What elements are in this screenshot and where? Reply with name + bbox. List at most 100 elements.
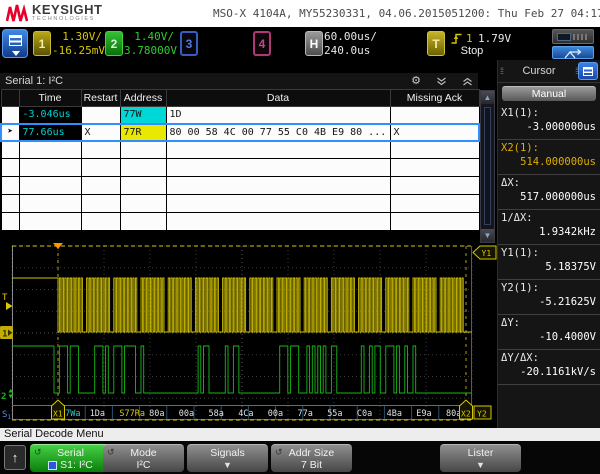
decode-byte-label: S77Ra xyxy=(119,409,145,419)
channel-1-readout[interactable]: 1.30V/ -16.25mV xyxy=(52,30,102,58)
cell-restart: X xyxy=(81,124,120,141)
softkey-value: I²C xyxy=(137,459,151,471)
svg-text:1: 1 xyxy=(2,329,7,339)
waveform-plot[interactable]: 77Wa1DaS77Ra80a00a58a4Ca00a77a55aC0a4BaE… xyxy=(0,243,497,428)
cursor-panel-title-bar[interactable]: ⁞⁞ Cursor ⁞⁞ xyxy=(498,60,600,83)
cursor-mode-button[interactable]: Manual xyxy=(502,86,596,101)
trigger-level-marker xyxy=(6,302,13,310)
front-panel-button[interactable] xyxy=(552,29,594,44)
bus-label: S1 xyxy=(2,410,11,421)
lister-empty-row xyxy=(1,177,479,195)
knob-icon: ↺ xyxy=(107,447,115,458)
cell-address: 77R xyxy=(120,124,166,141)
trigger-button[interactable]: T xyxy=(427,31,445,56)
softkey-serial[interactable]: ↺ Serial S1: I²C xyxy=(30,444,111,472)
cursor-readout: X1(1):-3.000000us xyxy=(498,105,600,140)
knob-icon: ↺ xyxy=(275,447,283,458)
trigger-level[interactable]: 1.79V xyxy=(478,32,520,45)
decode-byte-label: 58a xyxy=(209,409,224,419)
serial-lister-window: Serial 1: I²C ⚙ TimeRestartAddressDataMi… xyxy=(0,73,478,231)
decode-byte-label: 80a xyxy=(149,409,164,419)
scroll-down-button[interactable]: ▼ xyxy=(481,229,494,242)
channel-2-button[interactable]: 2 xyxy=(105,31,123,56)
channel-1-button[interactable]: 1 xyxy=(33,31,51,56)
lister-header-row: TimeRestartAddressDataMissing Ack xyxy=(1,90,479,107)
cell-time: 77.66us xyxy=(19,124,81,141)
decode-byte-label: 4Ca xyxy=(238,409,253,419)
softkey-mode[interactable]: ↺ Mode I²C xyxy=(103,444,184,472)
horizontal-button[interactable]: H xyxy=(305,31,323,56)
decode-byte-label: 77a xyxy=(298,409,313,419)
lister-empty-row xyxy=(1,159,479,177)
decode-byte-label: 00a xyxy=(179,409,194,419)
cell-missing-ack xyxy=(390,107,479,124)
checkbox-icon xyxy=(48,461,57,470)
lister-column-header: Missing Ack xyxy=(390,90,479,107)
softkey-label: Mode xyxy=(103,447,184,459)
waveform-arrow-icon xyxy=(553,49,593,60)
lister-row[interactable]: ➤77.66usX77R80 00 58 4C 00 77 55 C0 4B E… xyxy=(1,124,479,141)
acquisition-status: Stop xyxy=(450,45,494,57)
softkey-menu-bar: ↑ ↺ Serial S1: I²C ↺ Mode I²C Signals ▼ … xyxy=(0,441,600,474)
softkey-label: Signals xyxy=(187,447,268,459)
scope-screen-icon xyxy=(557,33,571,41)
softkey-label: Lister xyxy=(440,447,521,459)
lister-title-bar: Serial 1: I²C ⚙ xyxy=(0,73,478,89)
lister-table: TimeRestartAddressDataMissing Ack -3.046… xyxy=(0,89,480,231)
lister-column-header: Restart xyxy=(81,90,120,107)
channel-settings-bar: 1 1.30V/ -16.25mV 2 1.40V/ 3.78000V 3 4 … xyxy=(0,27,600,60)
softkey-label: Addr Size xyxy=(271,447,352,459)
touch-gesture-button[interactable] xyxy=(552,46,594,59)
cursor-menu-button[interactable] xyxy=(578,62,598,80)
lister-row[interactable]: -3.046us77W1D xyxy=(1,107,479,124)
system-header: KEYSIGHT TECHNOLOGIES MSO-X 4104A, MY552… xyxy=(0,0,600,27)
knob-icon: ↺ xyxy=(34,447,42,458)
channel-1-scale: 1.30V/ xyxy=(52,30,102,44)
menu-title: Serial Decode Menu xyxy=(0,428,600,441)
timebase-scale: 60.00us/ xyxy=(324,30,376,44)
channel-2-readout[interactable]: 1.40V/ 3.78000V xyxy=(124,30,174,58)
ch2-sda-trace xyxy=(12,346,472,393)
double-chevron-up-icon[interactable] xyxy=(462,77,473,86)
cell-address: 77W xyxy=(120,107,166,124)
gear-icon[interactable]: ⚙ xyxy=(411,76,421,86)
softkey-lister[interactable]: Lister ▼ xyxy=(440,444,521,472)
cell-missing-ack: X xyxy=(390,124,479,141)
menu-list-icon xyxy=(9,35,22,46)
cursor-readout: Y2(1):-5.21625V xyxy=(498,280,600,315)
double-chevron-down-icon[interactable] xyxy=(436,77,447,86)
brand-subname: TECHNOLOGIES xyxy=(32,17,102,23)
main-menu-button[interactable] xyxy=(2,29,28,58)
trigger-level-label: T xyxy=(2,293,8,303)
channel-2-offset: 3.78000V xyxy=(124,44,174,58)
cursor-readout: 1/ΔX:1.9342kHz xyxy=(498,210,600,245)
cursor-readout: X2(1):514.000000us xyxy=(498,140,600,175)
cell-data: 80 00 58 4C 00 77 55 C0 4B E9 80 ... xyxy=(166,124,390,141)
waveform-display[interactable]: 77Wa1DaS77Ra80a00a58a4Ca00a77a55aC0a4BaE… xyxy=(0,243,497,428)
submenu-arrow-icon: ▼ xyxy=(223,460,232,470)
svg-text:X2: X2 xyxy=(461,410,471,419)
lister-title: Serial 1: I²C xyxy=(5,75,63,87)
lister-scrollbar[interactable]: ▲ ▼ xyxy=(480,90,495,243)
channel-4-button[interactable]: 4 xyxy=(253,31,271,56)
lister-column-header: Data xyxy=(166,90,390,107)
cell-restart xyxy=(81,107,120,124)
decode-byte-label: E9a xyxy=(416,409,431,419)
lister-column-header: Time xyxy=(19,90,81,107)
cursor-readout: ΔY/ΔX:-20.1161kV/s xyxy=(498,350,600,385)
ch2-marker: 2 xyxy=(1,392,6,402)
scroll-up-button[interactable]: ▲ xyxy=(481,91,494,104)
cursor-panel-title: Cursor xyxy=(503,65,575,77)
menu-back-button[interactable]: ↑ xyxy=(4,445,26,470)
softkey-addr-size[interactable]: ↺ Addr Size 7 Bit xyxy=(271,444,352,472)
cell-data: 1D xyxy=(166,107,390,124)
scrollbar-track[interactable] xyxy=(484,107,491,225)
channel-3-button[interactable]: 3 xyxy=(180,31,198,56)
ch1-scl-trace xyxy=(12,278,472,332)
cursor-readout: ΔX:517.000000us xyxy=(498,175,600,210)
trigger-source: 1 xyxy=(466,32,473,45)
softkey-signals[interactable]: Signals ▼ xyxy=(187,444,268,472)
softkey-value: 7 Bit xyxy=(301,459,322,471)
decode-byte-label: 1Da xyxy=(90,409,105,419)
horizontal-readout[interactable]: 60.00us/ 240.0us xyxy=(324,30,376,58)
